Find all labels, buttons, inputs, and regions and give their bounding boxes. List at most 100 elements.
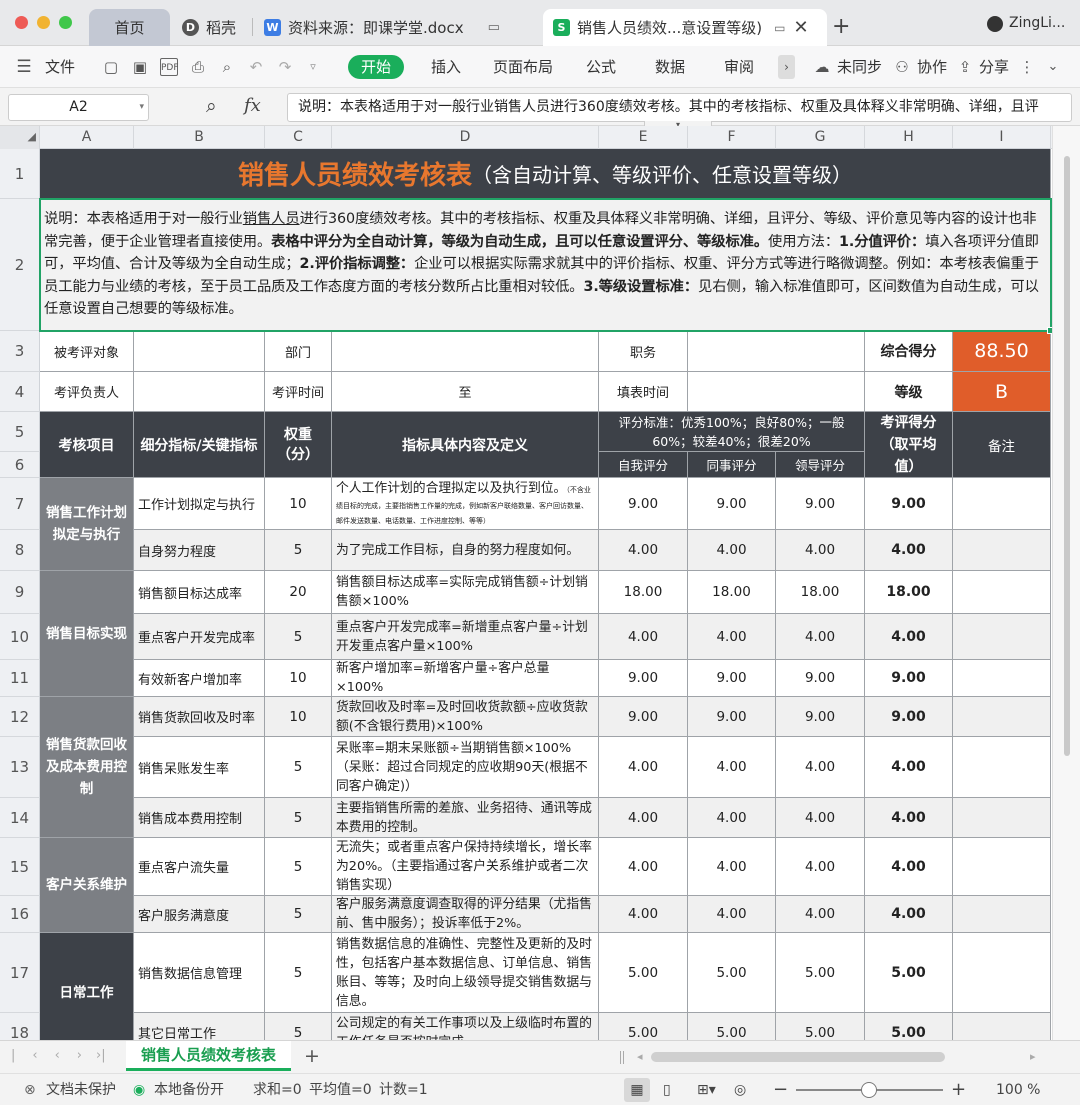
indicator-definition[interactable]: 销售数据信息的准确性、完整性及更新的及时性，包括客户基本数据信息、订单信息、销售… xyxy=(332,933,599,1013)
row-header-3[interactable]: 3 xyxy=(0,331,40,372)
final-score[interactable]: 4.00 xyxy=(865,896,953,933)
indicator-definition[interactable]: 为了完成工作目标，自身的努力程度如何。 xyxy=(332,530,599,571)
menu-file[interactable]: 文件 xyxy=(45,46,75,88)
indicator-name[interactable]: 工作计划拟定与执行 xyxy=(134,478,265,530)
remark-cell[interactable] xyxy=(953,737,1051,798)
weight-value[interactable]: 10 xyxy=(265,660,332,697)
weight-value[interactable]: 5 xyxy=(265,614,332,660)
weight-value[interactable]: 10 xyxy=(265,697,332,737)
print-preview-icon[interactable]: ⌕ xyxy=(218,58,236,76)
final-score[interactable]: 9.00 xyxy=(865,660,953,697)
remark-cell[interactable] xyxy=(953,571,1051,614)
leader-score[interactable]: 4.00 xyxy=(776,737,865,798)
final-score[interactable]: 4.00 xyxy=(865,530,953,571)
screen-icon[interactable]: ▭ xyxy=(488,20,500,35)
page-break-icon[interactable]: ⊞▾ xyxy=(697,1074,716,1105)
remark-cell[interactable] xyxy=(953,838,1051,896)
leader-score[interactable]: 4.00 xyxy=(776,614,865,660)
column-header-b[interactable]: B xyxy=(134,126,265,149)
page-view-icon[interactable]: ▯ xyxy=(663,1074,671,1105)
remark-cell[interactable] xyxy=(953,478,1051,530)
remark-cell[interactable] xyxy=(953,614,1051,660)
redo-icon[interactable]: ↷ xyxy=(276,58,294,76)
peer-score[interactable]: 4.00 xyxy=(688,530,776,571)
weight-value[interactable]: 5 xyxy=(265,1013,332,1040)
tab-home[interactable]: 首页 xyxy=(89,9,170,46)
indicator-name[interactable]: 销售额目标达成率 xyxy=(134,571,265,614)
avatar[interactable] xyxy=(987,16,1003,32)
peer-score[interactable]: 4.00 xyxy=(688,838,776,896)
leader-score[interactable]: 4.00 xyxy=(776,838,865,896)
final-score[interactable]: 9.00 xyxy=(865,697,953,737)
final-score[interactable]: 5.00 xyxy=(865,1013,953,1040)
eye-protection-icon[interactable]: ◎ xyxy=(734,1074,746,1105)
self-score[interactable]: 9.00 xyxy=(599,478,688,530)
peer-score[interactable]: 9.00 xyxy=(688,697,776,737)
self-score[interactable]: 9.00 xyxy=(599,660,688,697)
grade-value[interactable]: B xyxy=(953,372,1051,412)
screen-icon[interactable]: ▭ xyxy=(774,21,785,35)
indicator-name[interactable]: 销售货款回收及时率 xyxy=(134,697,265,737)
self-score[interactable]: 4.00 xyxy=(599,798,688,838)
indicator-name[interactable]: 重点客户开发完成率 xyxy=(134,614,265,660)
menu-data[interactable]: 数据 xyxy=(655,46,685,88)
row-header-1[interactable]: 1 xyxy=(0,149,40,199)
indicator-definition[interactable]: 重点客户开发完成率=新增重点客户量÷计划开发重点客户量×100% xyxy=(332,614,599,660)
dropdown-icon[interactable]: ▿ xyxy=(304,58,322,76)
scroll-left-icon[interactable]: ◂ xyxy=(637,1050,643,1063)
open-folder-icon[interactable]: ▢ xyxy=(102,58,120,76)
vertical-scroll-thumb[interactable] xyxy=(1064,156,1070,756)
weight-value[interactable]: 5 xyxy=(265,737,332,798)
sheet-nav-icon[interactable]: |‹‹› xyxy=(11,1048,99,1063)
indicator-name[interactable]: 自身努力程度 xyxy=(134,530,265,571)
horizontal-scroll-thumb[interactable] xyxy=(651,1052,945,1062)
row-header-18[interactable]: 18 xyxy=(0,1013,40,1040)
normal-view-icon[interactable]: ▦ xyxy=(624,1078,650,1102)
row-header-2[interactable]: 2 xyxy=(0,199,40,331)
print-icon[interactable]: ⎙ xyxy=(189,58,207,76)
indicator-name[interactable]: 销售呆账发生率 xyxy=(134,737,265,798)
leader-score[interactable]: 9.00 xyxy=(776,697,865,737)
vertical-scrollbar[interactable] xyxy=(1052,126,1080,1040)
column-header-d[interactable]: D xyxy=(332,126,599,149)
column-header-c[interactable]: C xyxy=(265,126,332,149)
final-score[interactable]: 4.00 xyxy=(865,798,953,838)
peer-score[interactable]: 4.00 xyxy=(688,798,776,838)
indicator-name[interactable]: 有效新客户增加率 xyxy=(134,660,265,697)
unsynced-status[interactable]: 未同步 xyxy=(837,46,882,88)
indicator-name[interactable]: 重点客户流失量 xyxy=(134,838,265,896)
peer-score[interactable]: 4.00 xyxy=(688,614,776,660)
final-score[interactable]: 18.00 xyxy=(865,571,953,614)
peer-score[interactable]: 4.00 xyxy=(688,737,776,798)
weight-value[interactable]: 10 xyxy=(265,478,332,530)
splitter-handle[interactable] xyxy=(620,1051,624,1064)
category-cell[interactable]: 销售目标实现 xyxy=(40,571,134,697)
row-header-17[interactable]: 17 xyxy=(0,933,40,1013)
pdf-icon[interactable]: PDF xyxy=(160,58,179,76)
zoom-in-icon[interactable]: + xyxy=(951,1074,966,1105)
menu-layout[interactable]: 页面布局 xyxy=(493,46,553,88)
indicator-name[interactable]: 销售数据信息管理 xyxy=(134,933,265,1013)
weight-value[interactable]: 20 xyxy=(265,571,332,614)
weight-value[interactable]: 5 xyxy=(265,530,332,571)
position-value[interactable] xyxy=(688,331,865,372)
peer-score[interactable]: 5.00 xyxy=(688,1013,776,1040)
peer-score[interactable]: 9.00 xyxy=(688,478,776,530)
row-header-14[interactable]: 14 xyxy=(0,798,40,838)
category-cell[interactable]: 销售工作计划拟定与执行 xyxy=(40,478,134,571)
subject-value[interactable] xyxy=(134,331,265,372)
remark-cell[interactable] xyxy=(953,530,1051,571)
remark-cell[interactable] xyxy=(953,933,1051,1013)
scroll-right-icon[interactable]: ▸ xyxy=(1030,1050,1036,1063)
sheet-tab[interactable]: 销售人员绩效考核表 xyxy=(126,1041,291,1071)
hamburger-menu-icon[interactable]: ☰ xyxy=(15,58,33,76)
row-header-5[interactable]: 5 xyxy=(0,412,40,452)
zoom-level[interactable]: 100 % xyxy=(996,1074,1040,1105)
reviewer-value[interactable] xyxy=(134,372,265,412)
column-header-i[interactable]: I xyxy=(953,126,1051,149)
weight-value[interactable]: 5 xyxy=(265,933,332,1013)
backup-status[interactable]: 本地备份开 xyxy=(154,1074,224,1105)
category-cell[interactable]: 日常工作 xyxy=(40,933,134,1040)
indicator-definition[interactable]: 公司规定的有关工作事项以及上级临时布置的工作任务是否按时完成。 xyxy=(332,1013,599,1040)
category-cell[interactable]: 销售货款回收及成本费用控制 xyxy=(40,697,134,838)
